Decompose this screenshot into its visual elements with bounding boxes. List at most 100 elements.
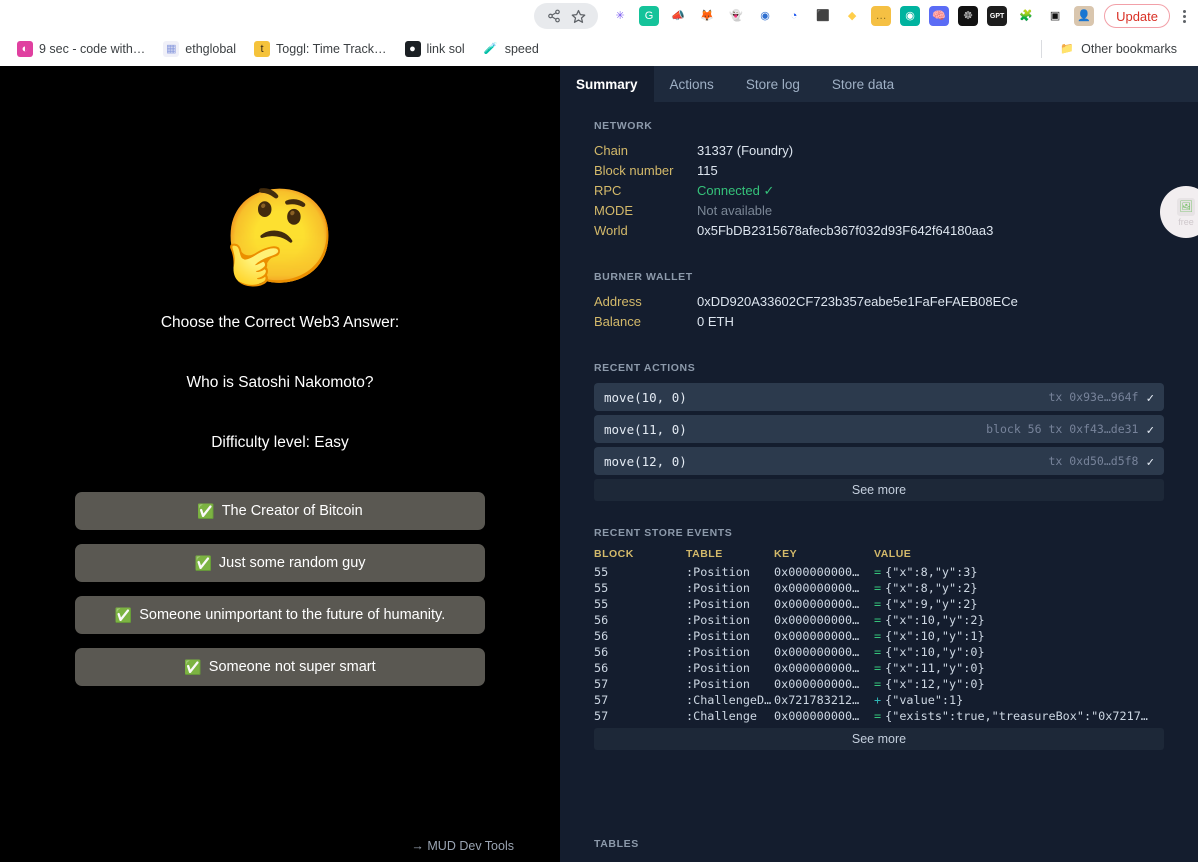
update-button[interactable]: Update bbox=[1104, 4, 1170, 28]
coinbase-wallet-extension-icon[interactable]: ◔ bbox=[784, 6, 805, 26]
answer-option-1[interactable]: ✅ Just some random guy bbox=[75, 544, 485, 582]
store-events-header-row: BLOCK TABLE KEY VALUE bbox=[594, 548, 1164, 564]
store-event-row[interactable]: 55:Position 0x000000000… = {"x":9,"y":2} bbox=[594, 596, 1164, 612]
loom-extension-icon[interactable]: ◉ bbox=[900, 6, 921, 26]
answer-option-3[interactable]: ✅ Someone not super smart bbox=[75, 648, 485, 686]
events-see-more-button[interactable]: See more bbox=[594, 728, 1164, 750]
ghost-extension-icon[interactable]: 👻 bbox=[726, 6, 747, 26]
action-row[interactable]: move(10, 0) tx 0x93e…964f ✓ bbox=[594, 383, 1164, 411]
bookmark-item-0[interactable]: ◐ 9 sec - code with… bbox=[8, 37, 154, 61]
mud-devtools-link[interactable]: → MUD Dev Tools bbox=[0, 830, 560, 862]
share-icon[interactable] bbox=[544, 6, 564, 26]
tab-store-log[interactable]: Store log bbox=[730, 66, 816, 102]
action-call: move(11, 0) bbox=[604, 421, 687, 437]
store-events-title: RECENT STORE EVENTS bbox=[594, 527, 733, 539]
event-value: {"x":10,"y":2} bbox=[885, 613, 985, 627]
bookmark-label: 9 sec - code with… bbox=[39, 42, 146, 56]
event-value-cell: = {"x":8,"y":3} bbox=[874, 564, 1164, 580]
event-value: {"x":11,"y":0} bbox=[885, 661, 985, 675]
quiz-heading: Choose the Correct Web3 Answer: bbox=[160, 314, 400, 331]
notes-extension-icon[interactable]: … bbox=[871, 6, 892, 26]
devtools-tabbar: Summary Actions Store log Store data bbox=[560, 66, 1198, 102]
action-status-check-icon: ✓ bbox=[1146, 389, 1154, 405]
event-op-icon: = bbox=[874, 661, 882, 675]
store-event-row[interactable]: 56:Position 0x000000000… = {"x":10,"y":2} bbox=[594, 612, 1164, 628]
wallet-key: Balance bbox=[594, 314, 641, 329]
check-mark-icon: ✅ bbox=[194, 555, 212, 571]
event-value-cell: = {"x":10,"y":1} bbox=[874, 628, 1164, 644]
answer-label: Just some random guy bbox=[218, 555, 366, 571]
rainbow-extension-icon[interactable]: ◆ bbox=[842, 6, 863, 26]
sun-extension-icon[interactable]: ✳ bbox=[610, 6, 631, 26]
event-value-cell: = {"x":11,"y":0} bbox=[874, 660, 1164, 676]
store-events-col-key: KEY bbox=[774, 548, 798, 560]
action-row[interactable]: move(12, 0) tx 0xd50…d5f8 ✓ bbox=[594, 447, 1164, 475]
actions-see-more-button[interactable]: See more bbox=[594, 479, 1164, 501]
event-op-icon: = bbox=[874, 709, 882, 723]
wallet-value: 0xDD920A33602CF723b357eabe5e1FaFeFAEB08E… bbox=[697, 294, 1018, 309]
browser-toolbar: ✳ G 📣 🦊 👻 ◉ ◔ ⬛ ◆ … ◉ 🧠 ☸ GPT 🧩 ▣ 👤 Update bbox=[0, 0, 1198, 32]
gpt-extension-icon[interactable]: GPT bbox=[987, 6, 1008, 26]
answer-option-0[interactable]: ✅ The Creator of Bitcoin bbox=[75, 492, 485, 530]
store-events-table: BLOCK TABLE KEY VALUE 55:Position 0x00000000… bbox=[594, 548, 1164, 724]
network-key: Chain bbox=[594, 143, 628, 158]
bookmark-item-2[interactable]: t Toggl: Time Track… bbox=[245, 37, 395, 61]
action-meta: tx 0x93e…964f bbox=[1048, 390, 1139, 404]
recent-store-events-section: RECENT STORE EVENTS BLOCK TABLE KEY VALUE 5… bbox=[594, 527, 1164, 750]
browser-menu-icon[interactable] bbox=[1176, 6, 1192, 26]
store-event-row[interactable]: 57:ChallengeD… 0x721783212… + {"value":1} bbox=[594, 692, 1164, 708]
action-row[interactable]: move(11, 0) block 56 tx 0xf43…de31 ✓ bbox=[594, 415, 1164, 443]
store-event-row[interactable]: 55:Position 0x000000000… = {"x":8,"y":3} bbox=[594, 564, 1164, 580]
event-op-icon: = bbox=[874, 629, 882, 643]
bookmark-star-icon[interactable] bbox=[568, 6, 588, 26]
store-events-col-block: BLOCK bbox=[594, 548, 634, 560]
figma-extension-icon[interactable]: ⬛ bbox=[813, 6, 834, 26]
grammarly-extension-icon[interactable]: G bbox=[639, 6, 660, 26]
metamask-extension-icon[interactable]: 🦊 bbox=[697, 6, 718, 26]
megaphone-extension-icon[interactable]: 📣 bbox=[668, 6, 689, 26]
opera-wallet-extension-icon[interactable]: ◉ bbox=[755, 6, 776, 26]
brain-chat-extension-icon[interactable]: 🧠 bbox=[929, 6, 950, 26]
tab-actions[interactable]: Actions bbox=[654, 66, 730, 102]
tab-store-data[interactable]: Store data bbox=[816, 66, 910, 102]
event-block: 57 bbox=[594, 693, 609, 707]
game-panel: 🤔 Choose the Correct Web3 Answer: Who is… bbox=[0, 66, 560, 862]
answer-label: Someone unimportant to the future of hum… bbox=[139, 607, 446, 623]
bookmarks-divider bbox=[1041, 40, 1043, 58]
extensions-puzzle-icon[interactable]: 🧩 bbox=[1016, 6, 1037, 26]
thinking-face-emoji: 🤔 bbox=[222, 186, 338, 288]
event-key: 0x000000000… bbox=[774, 709, 860, 723]
store-event-row[interactable]: 57:Position 0x000000000… = {"x":12,"y":0} bbox=[594, 676, 1164, 692]
event-key: 0x000000000… bbox=[774, 645, 860, 659]
store-event-row[interactable]: 55:Position 0x000000000… = {"x":8,"y":2} bbox=[594, 580, 1164, 596]
event-value: {"x":12,"y":0} bbox=[885, 677, 985, 691]
bookmark-favicon-icon: ▦ bbox=[163, 41, 180, 57]
dark-globe-extension-icon[interactable]: ☸ bbox=[958, 6, 979, 26]
recent-actions-section: RECENT ACTIONS move(10, 0) tx 0x93e…964f ✓… bbox=[594, 362, 1164, 501]
network-section-title: NETWORK bbox=[594, 120, 653, 132]
profile-avatar[interactable]: 👤 bbox=[1074, 6, 1095, 26]
bookmark-favicon-icon: t bbox=[254, 41, 271, 57]
event-key: 0x000000000… bbox=[774, 629, 860, 643]
tab-summary[interactable]: Summary bbox=[560, 66, 654, 102]
store-event-row[interactable]: 56:Position 0x000000000… = {"x":11,"y":0} bbox=[594, 660, 1164, 676]
event-block: 56 bbox=[594, 661, 609, 675]
bookmark-item-1[interactable]: ▦ ethglobal bbox=[154, 37, 245, 61]
event-value: {"x":8,"y":3} bbox=[885, 565, 978, 579]
network-key: Block number bbox=[594, 163, 674, 178]
event-value-cell: = {"x":9,"y":2} bbox=[874, 596, 1164, 612]
event-key: 0x000000000… bbox=[774, 581, 860, 595]
sidepanel-icon[interactable]: ▣ bbox=[1045, 6, 1066, 26]
bookmark-label: ethglobal bbox=[185, 42, 237, 56]
event-block: 56 bbox=[594, 629, 609, 643]
store-event-row[interactable]: 56:Position 0x000000000… = {"x":10,"y":0} bbox=[594, 644, 1164, 660]
store-event-row[interactable]: 56:Position 0x000000000… = {"x":10,"y":1} bbox=[594, 628, 1164, 644]
bookmark-item-4[interactable]: 🧪 speed bbox=[474, 37, 548, 61]
omnibox-actions bbox=[534, 3, 599, 29]
store-events-col-table: TABLE bbox=[686, 548, 723, 560]
action-meta: tx 0xd50…d5f8 bbox=[1048, 454, 1139, 468]
other-bookmarks-button[interactable]: 📁 Other bookmarks bbox=[1050, 37, 1186, 61]
store-event-row[interactable]: 57:Challenge 0x000000000… = {"exists":true,… bbox=[594, 708, 1164, 724]
bookmark-item-3[interactable]: ● link sol bbox=[396, 37, 474, 61]
answer-option-2[interactable]: ✅ Someone unimportant to the future of hu… bbox=[75, 596, 485, 634]
